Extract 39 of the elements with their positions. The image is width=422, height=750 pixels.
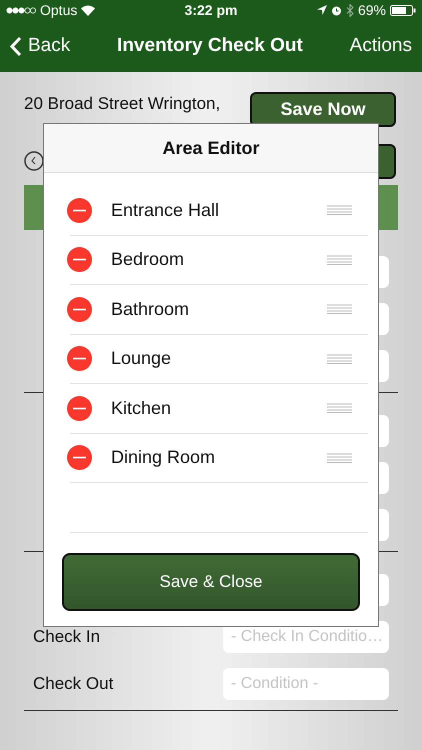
- delete-icon[interactable]: [67, 346, 92, 372]
- clock-icon: [24, 151, 44, 171]
- actions-button[interactable]: Actions: [350, 35, 412, 57]
- carrier-name: Optus: [40, 2, 78, 18]
- screen-title: Inventory Check Out: [117, 35, 303, 57]
- chevron-left-icon: [10, 36, 22, 56]
- area-name[interactable]: Dining Room: [111, 447, 327, 468]
- back-button[interactable]: Back: [10, 35, 70, 57]
- row-label: Check Out: [33, 674, 114, 694]
- signal-icon: [6, 6, 36, 14]
- condition-field[interactable]: - Condition -: [223, 668, 389, 700]
- battery-percent: 69%: [358, 2, 386, 18]
- save-close-button[interactable]: Save & Close: [62, 552, 360, 610]
- delete-icon[interactable]: [67, 296, 92, 322]
- delete-icon[interactable]: [67, 198, 92, 223]
- area-name[interactable]: Bathroom: [111, 298, 327, 320]
- drag-handle-icon[interactable]: [327, 304, 352, 314]
- dialog-title: Area Editor: [44, 124, 378, 173]
- drag-handle-icon[interactable]: [327, 403, 352, 414]
- area-name[interactable]: Bedroom: [111, 249, 327, 270]
- drag-handle-icon[interactable]: [327, 354, 352, 364]
- clock-time: 3:22 pm: [184, 2, 238, 18]
- delete-icon[interactable]: [67, 396, 92, 421]
- battery-icon: [390, 4, 416, 16]
- address-text: 20 Broad Street Wrington,: [24, 94, 220, 114]
- alarm-icon: [330, 4, 342, 16]
- drag-handle-icon[interactable]: [327, 452, 352, 463]
- area-name[interactable]: Kitchen: [111, 398, 327, 419]
- area-name[interactable]: Entrance Hall: [111, 200, 327, 221]
- row-label: Check In: [33, 626, 100, 646]
- wifi-icon: [81, 4, 96, 16]
- save-now-button[interactable]: Save Now: [250, 92, 396, 127]
- delete-icon[interactable]: [67, 445, 92, 470]
- delete-icon[interactable]: [67, 247, 92, 272]
- bluetooth-icon: [346, 4, 354, 16]
- location-icon: [316, 5, 327, 15]
- drag-handle-icon[interactable]: [327, 205, 352, 216]
- area-name[interactable]: Lounge: [111, 348, 327, 370]
- drag-handle-icon[interactable]: [327, 254, 352, 265]
